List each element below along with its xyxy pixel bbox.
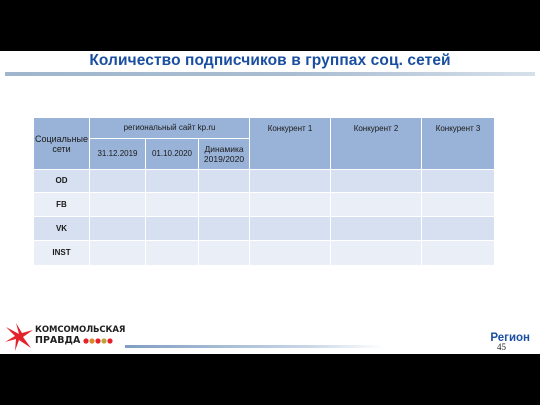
table-cell xyxy=(249,169,332,193)
logo-line-1: КОМСОМОЛЬСКАЯ xyxy=(35,325,126,335)
header-social-networks: Социальные сети xyxy=(33,117,90,170)
table-row: INST xyxy=(33,240,496,266)
table-row: VK xyxy=(33,216,496,241)
table-row: FB xyxy=(33,192,496,217)
header-competitor-1: Конкурент 1 xyxy=(249,117,332,170)
table-cell xyxy=(421,169,496,193)
table-cell xyxy=(145,240,199,266)
table-cell xyxy=(145,169,199,193)
table-cell xyxy=(249,240,332,266)
table-cell xyxy=(89,192,146,217)
table-cell xyxy=(330,192,423,217)
header-date-1: 31.12.2019 xyxy=(89,138,146,170)
page-number: 45 xyxy=(497,342,506,352)
table-cell xyxy=(145,192,199,217)
table-cell xyxy=(330,216,423,241)
kp-star-icon xyxy=(5,323,33,351)
row-label-fb: FB xyxy=(33,192,90,217)
table-cell xyxy=(197,216,251,241)
header-competitor-3: Конкурент 3 xyxy=(421,117,496,170)
footer-rule xyxy=(125,345,385,348)
row-label-vk: VK xyxy=(33,216,90,241)
table-cell xyxy=(330,240,423,266)
subscribers-table: Социальные сети региональный сайт kp.ru … xyxy=(33,117,496,266)
table-row: OD xyxy=(33,169,496,193)
header-dynamics: Динамика 2019/2020 xyxy=(197,138,251,170)
table-cell xyxy=(89,169,146,193)
table-cell xyxy=(249,216,332,241)
title-underline xyxy=(5,72,535,76)
table-cell xyxy=(197,169,251,193)
table-cell xyxy=(197,192,251,217)
logo-medals-icon xyxy=(83,338,113,344)
table-cell xyxy=(421,240,496,266)
kp-logo: КОМСОМОЛЬСКАЯ ПРАВДА xyxy=(1,321,125,353)
slide: Количество подписчиков в группах соц. се… xyxy=(0,51,540,354)
header-regional-site: региональный сайт kp.ru xyxy=(88,117,251,139)
table-cell xyxy=(145,216,199,241)
table-cell xyxy=(421,216,496,241)
logo-line-2: ПРАВДА xyxy=(35,335,81,346)
slide-title: Количество подписчиков в группах соц. се… xyxy=(89,52,451,69)
table-cell xyxy=(197,240,251,266)
table-cell xyxy=(89,240,146,266)
table-cell xyxy=(89,216,146,241)
header-date-2: 01.10.2020 xyxy=(145,138,199,170)
header-competitor-2: Конкурент 2 xyxy=(330,117,423,170)
table-cell xyxy=(421,192,496,217)
row-label-od: OD xyxy=(33,169,90,193)
table-cell xyxy=(249,192,332,217)
row-label-inst: INST xyxy=(33,240,90,266)
table-cell xyxy=(330,169,423,193)
